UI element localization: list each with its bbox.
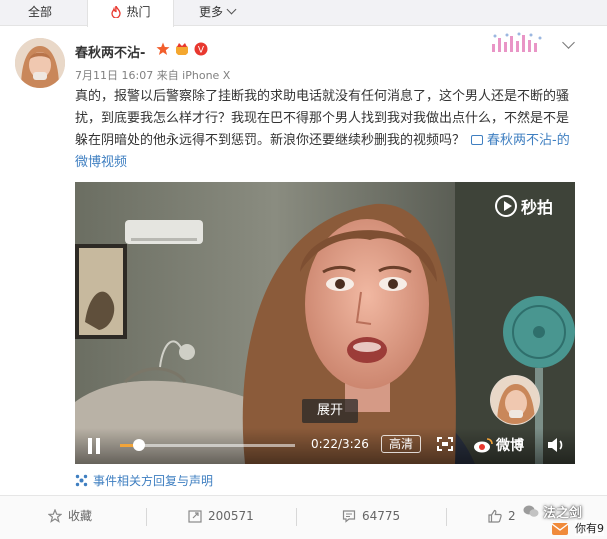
comment-button[interactable]: 64775 bbox=[342, 496, 400, 536]
divider bbox=[296, 508, 297, 526]
time-display: 0:22/3:26 bbox=[311, 437, 369, 451]
favorite-button[interactable]: 收藏 bbox=[48, 496, 92, 536]
volume-icon[interactable] bbox=[547, 437, 565, 453]
tab-more[interactable]: 更多 bbox=[199, 0, 237, 26]
favorite-label: 收藏 bbox=[68, 509, 93, 523]
brand-sub: 你有9 bbox=[575, 520, 604, 536]
progress-bar[interactable] bbox=[120, 439, 295, 451]
avatar[interactable] bbox=[15, 38, 65, 88]
pip-avatar bbox=[490, 375, 540, 425]
post-text: 真的，报警以后警察除了挂断我的求助电话就没有任何消息了，这个男人还是不断的骚扰，… bbox=[75, 86, 575, 174]
username[interactable]: 春秋两不沾- bbox=[75, 42, 145, 61]
weibo-label: 微博 bbox=[496, 438, 524, 454]
svg-text:V: V bbox=[198, 46, 205, 56]
repost-count: 200571 bbox=[208, 509, 254, 523]
comment-icon bbox=[342, 510, 356, 523]
weibo-logo: 微博 bbox=[473, 435, 524, 455]
comment-count: 64775 bbox=[362, 509, 401, 523]
repost-icon bbox=[188, 510, 202, 523]
flame-icon bbox=[111, 6, 122, 18]
event-link-label: 事件相关方回复与声明 bbox=[93, 474, 214, 488]
decoration-card-icon bbox=[492, 32, 542, 52]
tab-all-label: 全部 bbox=[28, 5, 53, 19]
quality-button[interactable]: 高清 bbox=[381, 435, 421, 453]
video-controls: 0:22/3:26 高清 微博 bbox=[75, 428, 575, 464]
post-meta: 7月11日 16:07 来自 iPhone X bbox=[75, 69, 231, 82]
overlay-brand: 法之剑 你有9 bbox=[515, 496, 607, 539]
divider bbox=[146, 508, 147, 526]
divider bbox=[446, 508, 447, 526]
brand-text: 法之剑 bbox=[543, 506, 583, 521]
post-menu-chevron-icon[interactable] bbox=[562, 36, 575, 49]
thumbs-up-icon bbox=[488, 509, 502, 523]
tab-all[interactable]: 全部 bbox=[28, 0, 52, 26]
tab-more-label: 更多 bbox=[199, 5, 224, 19]
progress-knob[interactable] bbox=[132, 439, 145, 451]
event-icon bbox=[75, 474, 88, 487]
star-icon bbox=[156, 42, 170, 55]
star-outline-icon bbox=[48, 509, 62, 523]
crown-badge-icon bbox=[176, 43, 188, 55]
tab-bar: 全部 热门 更多 bbox=[0, 0, 607, 27]
mail-icon bbox=[551, 523, 569, 535]
wechat-logo-icon bbox=[523, 505, 539, 517]
vip-badge-icon: V bbox=[194, 42, 208, 56]
expand-button[interactable]: 展开 bbox=[302, 399, 358, 423]
weibo-eye-icon bbox=[474, 438, 493, 453]
watermark-label: 秒拍 bbox=[521, 198, 554, 217]
like-button[interactable]: 2 bbox=[488, 496, 516, 536]
play-circle-icon bbox=[495, 195, 517, 217]
chevron-down-icon bbox=[226, 4, 237, 15]
fullscreen-icon[interactable] bbox=[437, 437, 453, 451]
tab-hot[interactable]: 热门 bbox=[87, 0, 174, 27]
video-icon bbox=[471, 135, 484, 145]
miaopai-watermark: 秒拍 bbox=[495, 194, 553, 218]
event-link[interactable]: 事件相关方回复与声明 bbox=[75, 472, 213, 489]
repost-button[interactable]: 200571 bbox=[188, 496, 254, 536]
tab-hot-label: 热门 bbox=[126, 5, 151, 19]
video-player[interactable]: 秒拍 展开 0:22/3:26 高清 微博 bbox=[75, 182, 575, 464]
pause-icon[interactable] bbox=[87, 438, 101, 454]
